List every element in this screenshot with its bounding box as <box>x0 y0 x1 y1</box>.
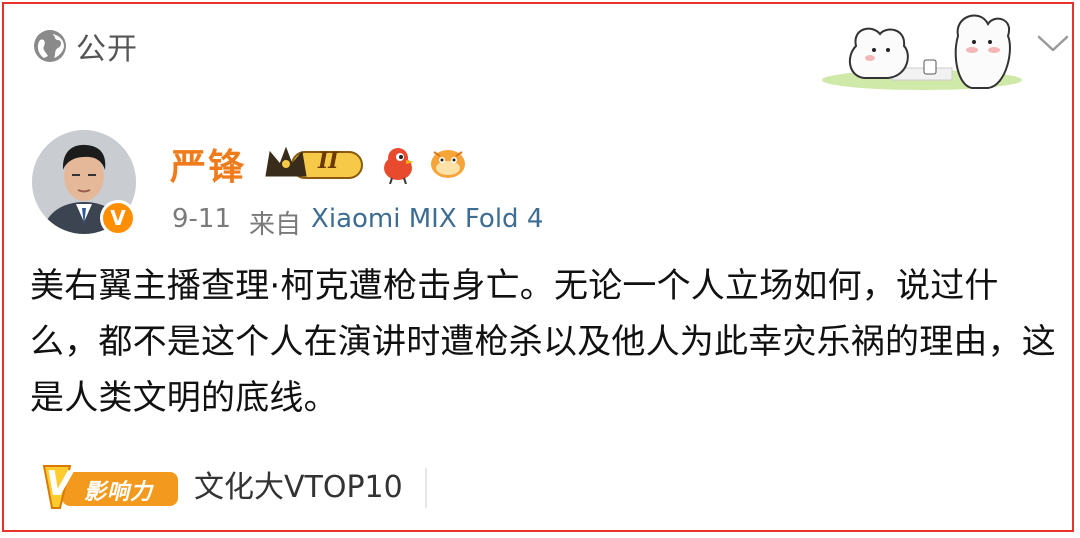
author-name[interactable]: 严锋 <box>170 138 246 190</box>
fish-icon[interactable] <box>428 146 468 182</box>
crown-level-badge[interactable]: II <box>262 142 366 186</box>
crown-icon <box>265 146 364 179</box>
globe-icon <box>34 30 66 62</box>
chevron-down-icon[interactable] <box>1036 34 1070 54</box>
visibility-label: 公开 <box>76 32 138 67</box>
weibo-bird-icon[interactable] <box>380 144 416 184</box>
post-date: 9-11 <box>172 204 232 234</box>
visibility-indicator[interactable]: 公开 <box>32 24 138 68</box>
verified-badge: V <box>100 200 136 236</box>
level-badge-label: II <box>318 148 339 174</box>
badge-label: 影响力 <box>84 480 154 505</box>
author-name-row: 严锋 II <box>170 138 468 190</box>
influence-tag-text: 文化大VTOP10 <box>194 468 427 508</box>
source-device[interactable]: Xiaomi MIX Fold 4 <box>311 204 543 241</box>
post-text: 美右翼主播查理·柯克遭枪击身亡。无论一个人立场如何，说过什么，都不是这个人在演讲… <box>30 266 1056 418</box>
post-meta: 9-11 来自 Xiaomi MIX Fold 4 <box>172 204 543 241</box>
source-prefix: 来自 <box>249 210 302 240</box>
influence-tag[interactable]: V 影响力 文化大VTOP10 <box>40 460 427 516</box>
sticker-illustration <box>822 14 1022 90</box>
influence-badge: V 影响力 <box>40 460 182 516</box>
badge-letter: V <box>46 464 73 504</box>
